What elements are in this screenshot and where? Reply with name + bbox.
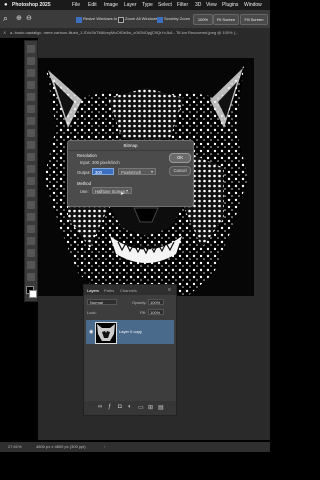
crop-tool-icon[interactable] xyxy=(27,105,35,113)
zoom-tool-icon[interactable] xyxy=(27,273,35,281)
resize-windows-checkbox[interactable] xyxy=(76,17,82,23)
eraser-tool-icon[interactable] xyxy=(27,189,35,197)
resize-windows-label: Resize Windows to Fit xyxy=(83,16,123,21)
fx-icon[interactable]: ƒ xyxy=(108,404,111,410)
menu-filter[interactable]: Filter xyxy=(177,0,188,10)
tab-layers[interactable]: Layers xyxy=(87,288,99,293)
fit-screen-button[interactable]: Fit Screen xyxy=(213,14,239,25)
hand-tool-icon[interactable] xyxy=(27,261,35,269)
layers-bottom-bar: ∞ ƒ ◘ ◐ ▭ ⊞ ▤ xyxy=(84,401,176,415)
menu-3d[interactable]: 3D xyxy=(195,0,201,10)
menu-image[interactable]: Image xyxy=(104,0,118,10)
zoom-level[interactable]: 27.61% xyxy=(8,442,22,452)
options-bar: ⌕ ⊕ ⊖ Resize Windows to Fit Zoom All Win… xyxy=(0,10,270,29)
wolf-thumbnail-icon xyxy=(97,324,115,341)
blur-tool-icon[interactable] xyxy=(27,213,35,221)
dialog-title: Bitmap xyxy=(123,143,138,148)
menu-type[interactable]: Type xyxy=(142,0,153,10)
output-label: Output: xyxy=(77,170,91,175)
input-label: Input: xyxy=(80,160,91,165)
new-layer-icon[interactable]: ⊞ xyxy=(148,404,153,411)
zoom-in-icon[interactable]: ⊕ xyxy=(16,14,22,22)
method-chevron-icon: ▾ xyxy=(126,188,129,193)
panel-menu-icon[interactable]: ≡ xyxy=(168,287,171,293)
menu-select[interactable]: Select xyxy=(158,0,172,10)
menu-plugins[interactable]: Plugins xyxy=(222,0,238,10)
dodge-tool-icon[interactable] xyxy=(27,225,35,233)
frame-tool-icon[interactable] xyxy=(27,117,35,125)
tab-paths[interactable]: Paths xyxy=(104,288,114,293)
zoom-all-label: Zoom All Windows xyxy=(125,16,158,21)
brush-tool-icon[interactable] xyxy=(27,153,35,161)
background-color-swatch[interactable] xyxy=(29,290,37,298)
resolution-heading: Resolution xyxy=(77,153,97,158)
eye-icon[interactable]: ◉ xyxy=(89,329,93,335)
method-heading: Method xyxy=(77,181,91,186)
cancel-button[interactable]: Cancel xyxy=(169,166,191,176)
close-tab-icon[interactable]: ✕ xyxy=(3,28,6,38)
lock-label: Lock: xyxy=(87,310,97,315)
zoom-100-button[interactable]: 100% xyxy=(193,14,213,25)
opacity-label: Opacity: xyxy=(132,300,147,305)
marquee-tool-icon[interactable] xyxy=(27,69,35,77)
opacity-input[interactable]: 100% xyxy=(148,299,164,305)
use-label: Use: xyxy=(80,189,89,194)
pen-tool-icon[interactable] xyxy=(27,237,35,245)
menu-edit[interactable]: Edit xyxy=(88,0,97,10)
status-bar: 27.61% 4800 px x 4800 px (300 ppi) › xyxy=(0,442,270,452)
scrubby-zoom-checkbox[interactable] xyxy=(157,17,163,23)
artboard-tool-icon[interactable] xyxy=(27,57,35,65)
tools-panel xyxy=(24,40,38,302)
menu-bar: ● Photoshop 2025 File Edit Image Layer T… xyxy=(0,0,270,10)
blend-mode-select[interactable]: Normal xyxy=(87,299,117,305)
folder-icon[interactable]: ▭ xyxy=(138,404,144,411)
input-value: 300 pixels/inch xyxy=(92,160,120,165)
move-tool-icon[interactable] xyxy=(27,45,35,53)
layers-panel: Layers Paths Channels ≡ Normal Opacity: … xyxy=(83,284,177,416)
app-menu[interactable]: Photoshop 2025 xyxy=(12,0,51,10)
zoom-out-icon[interactable]: ⊖ xyxy=(26,14,32,22)
type-tool-icon[interactable] xyxy=(27,249,35,257)
document-size: 4800 px x 4800 px (300 ppi) xyxy=(36,444,86,449)
menu-file[interactable]: File xyxy=(72,0,80,10)
status-chevron-icon[interactable]: › xyxy=(104,442,105,452)
trash-icon[interactable]: ▤ xyxy=(158,404,164,411)
lasso-tool-icon[interactable] xyxy=(27,81,35,89)
document-tab-bar: ✕ a- bustc-nastaligc. mere-cartoon-illus… xyxy=(0,28,270,38)
ok-button[interactable]: OK xyxy=(169,153,191,163)
menu-window[interactable]: Window xyxy=(244,0,262,10)
fill-input[interactable]: 100% xyxy=(148,309,164,315)
title-divider xyxy=(68,150,193,151)
clone-stamp-tool-icon[interactable] xyxy=(27,165,35,173)
link-layers-icon[interactable]: ∞ xyxy=(98,404,102,410)
mouse-cursor-icon: ➤ xyxy=(120,191,125,197)
gradient-tool-icon[interactable] xyxy=(27,201,35,209)
tab-channels[interactable]: Channels xyxy=(120,288,137,293)
menu-layer[interactable]: Layer xyxy=(124,0,137,10)
fill-screen-button[interactable]: Fill Screen xyxy=(240,14,268,25)
fill-label: Fill: xyxy=(140,310,147,315)
apple-icon[interactable]: ● xyxy=(4,0,8,10)
layer-row[interactable]: ◉ Layer 0 copy xyxy=(86,320,174,344)
healing-brush-tool-icon[interactable] xyxy=(27,141,35,149)
quick-select-tool-icon[interactable] xyxy=(27,93,35,101)
history-brush-tool-icon[interactable] xyxy=(27,177,35,185)
bitmap-dialog: Bitmap Resolution Input: 300 pixels/inch… xyxy=(67,140,194,207)
chevron-down-icon: ▾ xyxy=(151,169,154,174)
scrubby-zoom-label: Scrubby Zoom xyxy=(164,16,191,21)
document-tab[interactable]: a- bustc-nastaligc. mere-cartoon-illustr… xyxy=(10,28,268,38)
eyedropper-tool-icon[interactable] xyxy=(27,129,35,137)
output-resolution-input[interactable]: 300 xyxy=(92,168,114,175)
menu-view[interactable]: View xyxy=(206,0,217,10)
mask-icon[interactable]: ◘ xyxy=(118,404,122,410)
layer-name[interactable]: Layer 0 copy xyxy=(119,329,142,334)
zoom-all-checkbox[interactable] xyxy=(118,17,124,23)
adjustment-icon[interactable]: ◐ xyxy=(128,404,132,410)
zoom-tool-icon[interactable]: ⌕ xyxy=(3,13,8,24)
layer-thumbnail xyxy=(95,322,117,344)
